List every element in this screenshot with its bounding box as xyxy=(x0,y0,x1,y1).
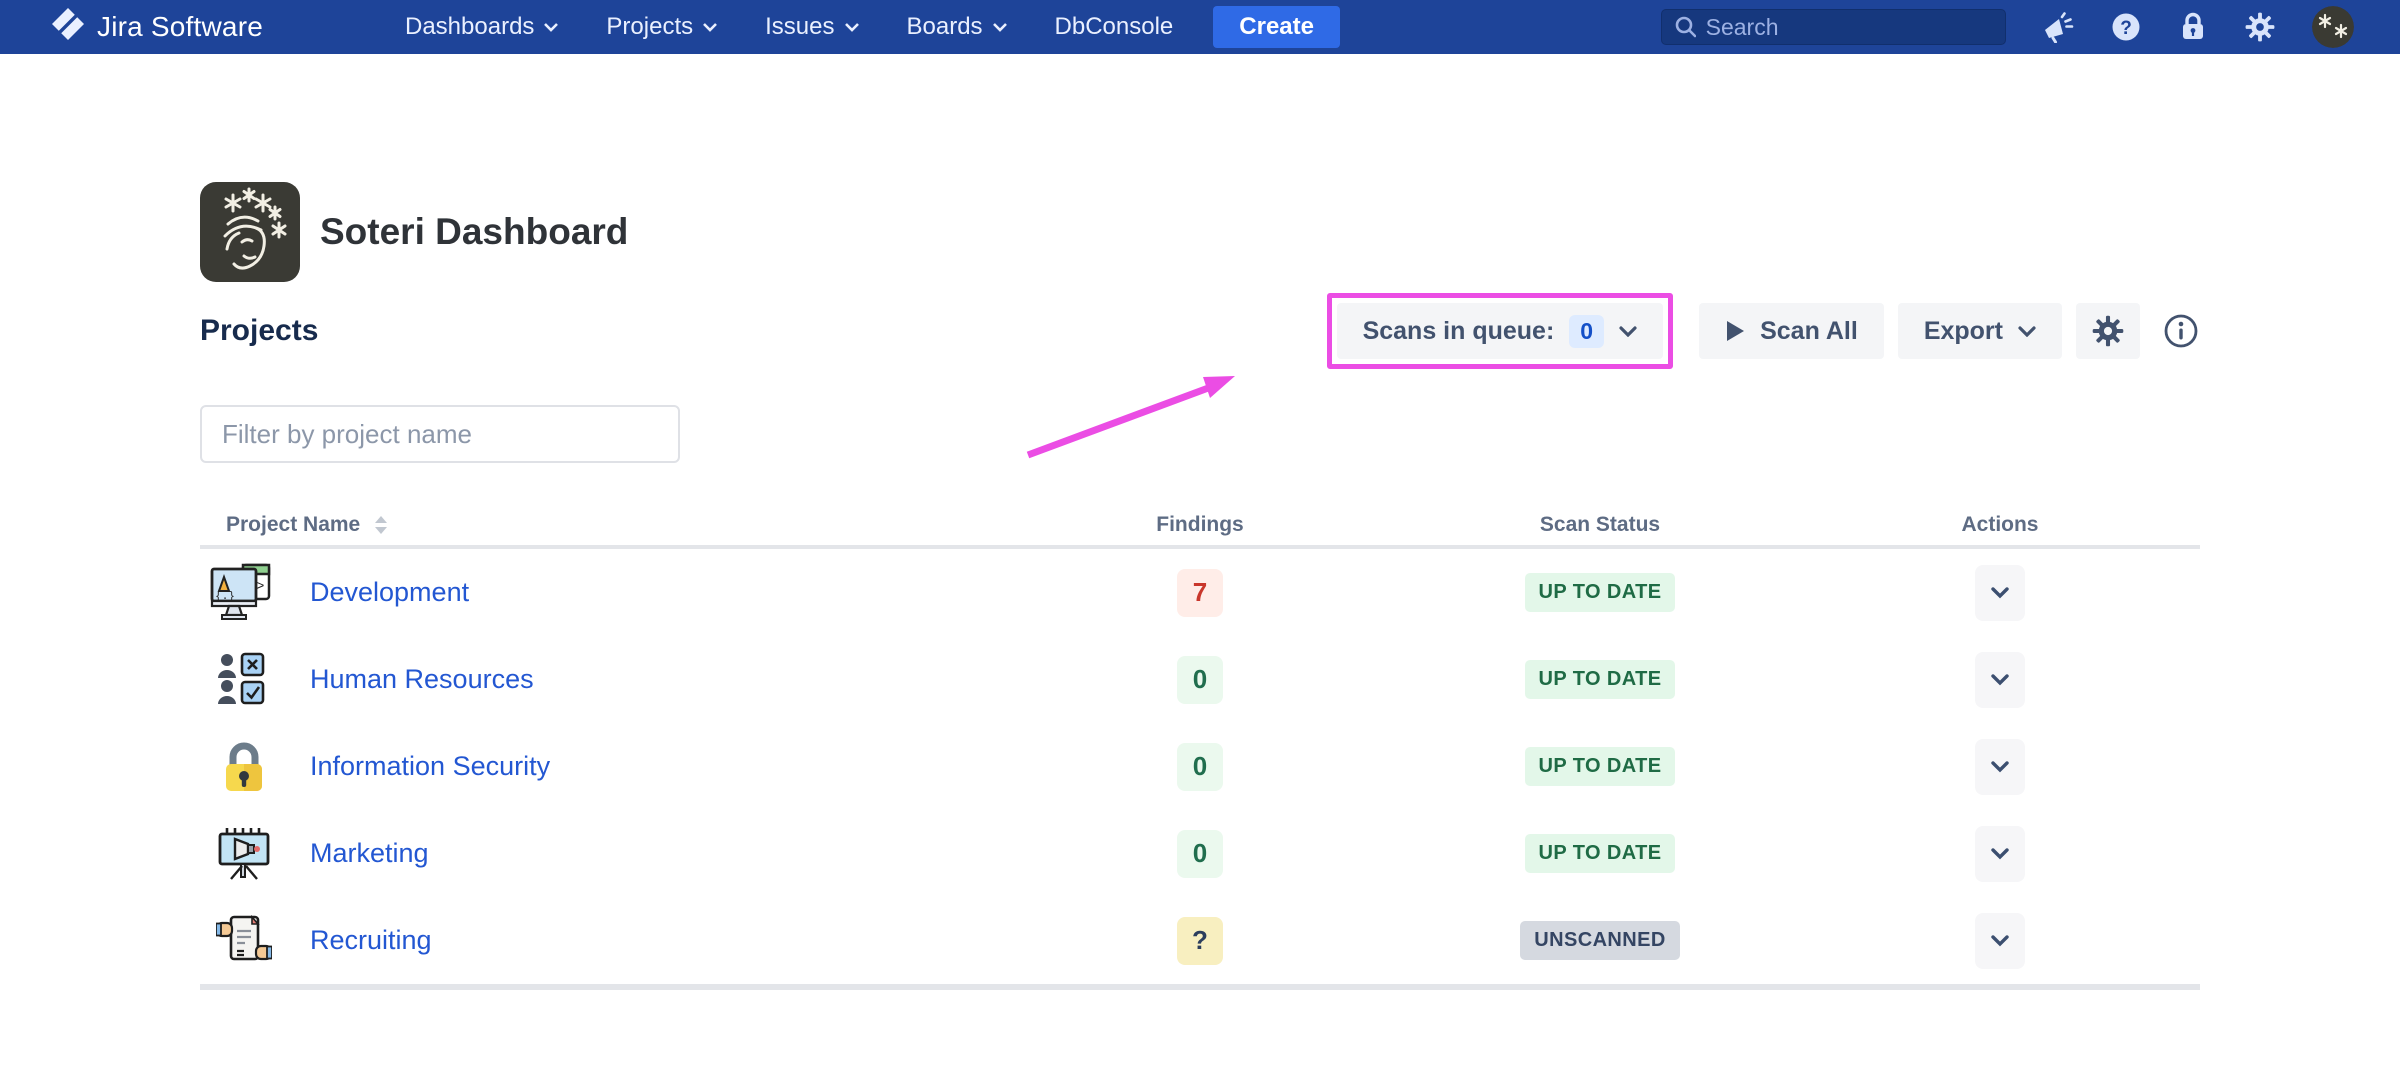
annotation-highlight-box: Scans in queue: 0 xyxy=(1327,293,1674,369)
toolbar-buttons: Scan All Export xyxy=(1699,303,2200,359)
nav-menu: Dashboards Projects Issues Boards DbCons… xyxy=(405,13,1173,41)
row-actions-button[interactable] xyxy=(1975,826,2025,882)
play-icon xyxy=(1725,319,1745,343)
row-actions-button[interactable] xyxy=(1975,913,2025,969)
export-button[interactable]: Export xyxy=(1898,303,2062,359)
jira-brand[interactable]: Jira Software xyxy=(50,6,263,49)
navbar-right: ? xyxy=(1661,6,2354,48)
top-navbar: Jira Software Dashboards Projects Issues… xyxy=(0,0,2400,54)
findings-badge: 7 xyxy=(1177,569,1223,617)
project-link[interactable]: Recruiting xyxy=(310,925,432,956)
chevron-down-icon xyxy=(703,23,717,32)
sort-icon xyxy=(374,515,388,535)
scans-in-queue-count: 0 xyxy=(1569,315,1604,348)
info-button[interactable] xyxy=(2154,303,2200,359)
marketing-icon xyxy=(206,826,282,882)
table-row: Recruiting ? UNSCANNED xyxy=(200,897,2200,984)
findings-badge: 0 xyxy=(1177,656,1223,704)
nav-item-dbconsole[interactable]: DbConsole xyxy=(1055,13,1174,41)
search-input[interactable] xyxy=(1706,14,1993,41)
toolbar-row: Projects Scans in queue: 0 Scan All Expo… xyxy=(200,293,2200,369)
development-icon: <> {.} xyxy=(206,562,282,624)
findings-badge: 0 xyxy=(1177,743,1223,791)
human-resources-icon xyxy=(206,652,282,708)
nav-item-projects[interactable]: Projects xyxy=(606,13,717,41)
chevron-down-icon xyxy=(993,23,1007,32)
settings-button[interactable] xyxy=(2076,303,2140,359)
recruiting-icon xyxy=(206,915,282,967)
filter-section xyxy=(200,405,2200,463)
chevron-down-icon xyxy=(1991,935,2009,947)
announcement-icon[interactable] xyxy=(2042,11,2074,43)
app-header: Soteri Dashboard xyxy=(200,182,2200,282)
chevron-down-icon xyxy=(1619,326,1637,337)
gear-icon[interactable] xyxy=(2244,11,2276,43)
row-actions-button[interactable] xyxy=(1975,565,2025,621)
status-badge: UP TO DATE xyxy=(1525,573,1676,612)
chevron-down-icon xyxy=(1991,848,2009,860)
table-body: <> {.} Development 7 UP TO DATE xyxy=(200,549,2200,990)
jira-logo-icon xyxy=(50,6,86,49)
row-actions-button[interactable] xyxy=(1975,652,2025,708)
table-row: Information Security 0 UP TO DATE xyxy=(200,723,2200,810)
chevron-down-icon xyxy=(2018,326,2036,337)
main-content: Soteri Dashboard Projects Scans in queue… xyxy=(0,182,2400,990)
brand-label: Jira Software xyxy=(97,11,263,43)
user-avatar[interactable] xyxy=(2312,6,2354,48)
global-search[interactable] xyxy=(1661,9,2006,45)
row-actions-button[interactable] xyxy=(1975,739,2025,795)
chevron-down-icon xyxy=(1991,761,2009,773)
soteri-logo xyxy=(200,182,300,282)
findings-badge: 0 xyxy=(1177,830,1223,878)
status-badge: UNSCANNED xyxy=(1520,921,1679,960)
lock-icon[interactable] xyxy=(2178,11,2208,43)
help-icon[interactable]: ? xyxy=(2110,11,2142,43)
scans-in-queue-label: Scans in queue: xyxy=(1363,317,1555,346)
chevron-down-icon xyxy=(845,23,859,32)
status-badge: UP TO DATE xyxy=(1525,660,1676,699)
scan-all-button[interactable]: Scan All xyxy=(1699,303,1884,359)
column-header-project-name[interactable]: Project Name xyxy=(200,513,1080,537)
status-badge: UP TO DATE xyxy=(1525,834,1676,873)
gear-icon xyxy=(2091,314,2125,348)
nav-item-boards[interactable]: Boards xyxy=(907,13,1007,41)
scans-in-queue-button[interactable]: Scans in queue: 0 xyxy=(1337,303,1664,359)
table-row: Human Resources 0 UP TO DATE xyxy=(200,636,2200,723)
info-icon xyxy=(2162,312,2200,350)
projects-table: Project Name Findings Scan Status Action… xyxy=(200,505,2200,990)
search-icon xyxy=(1674,15,1696,39)
chevron-down-icon xyxy=(544,23,558,32)
create-button[interactable]: Create xyxy=(1213,6,1340,48)
project-link[interactable]: Development xyxy=(310,577,469,608)
findings-badge: ? xyxy=(1177,917,1223,965)
project-filter-input[interactable] xyxy=(200,405,680,463)
column-header-findings: Findings xyxy=(1080,513,1320,537)
status-badge: UP TO DATE xyxy=(1525,747,1676,786)
information-security-icon xyxy=(206,739,282,795)
nav-item-dashboards[interactable]: Dashboards xyxy=(405,13,558,41)
chevron-down-icon xyxy=(1991,587,2009,599)
column-header-scan-status: Scan Status xyxy=(1320,513,1880,537)
table-row: Marketing 0 UP TO DATE xyxy=(200,810,2200,897)
column-header-actions: Actions xyxy=(1880,513,2200,537)
chevron-down-icon xyxy=(1991,674,2009,686)
page-title: Soteri Dashboard xyxy=(320,211,628,253)
project-link[interactable]: Information Security xyxy=(310,751,550,782)
svg-text:?: ? xyxy=(2120,18,2132,39)
nav-item-issues[interactable]: Issues xyxy=(765,13,858,41)
table-row: <> {.} Development 7 UP TO DATE xyxy=(200,549,2200,636)
projects-heading: Projects xyxy=(200,314,318,348)
table-header: Project Name Findings Scan Status Action… xyxy=(200,505,2200,549)
project-link[interactable]: Human Resources xyxy=(310,664,534,695)
project-link[interactable]: Marketing xyxy=(310,838,429,869)
